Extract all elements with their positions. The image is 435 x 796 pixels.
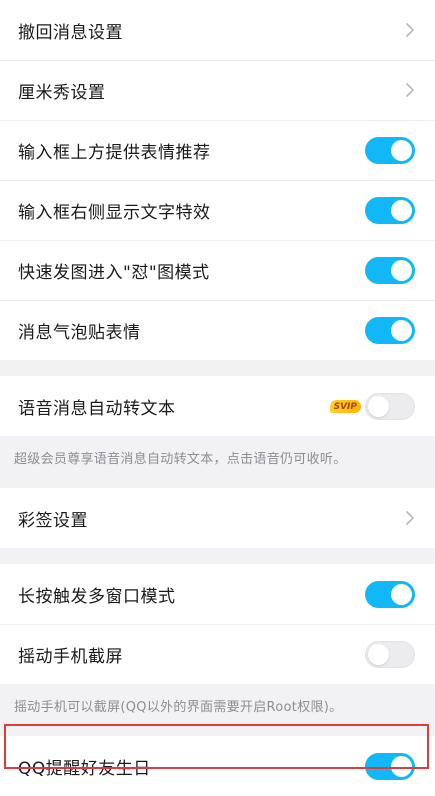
chevron-right-icon — [405, 82, 415, 98]
toggle-knob — [368, 395, 389, 417]
recall-message-settings-label: 撤回消息设置 — [18, 22, 123, 43]
toggle-knob — [391, 199, 412, 221]
toggle-knob — [391, 583, 412, 605]
toggle-knob — [391, 259, 412, 281]
toggle-knob — [368, 643, 389, 665]
emoji-recommend-row: 输入框上方提供表情推荐 — [0, 120, 435, 180]
shake-screenshot-toggle[interactable] — [365, 640, 415, 668]
shake-screenshot-row: 摇动手机截屏 — [0, 624, 435, 684]
quick-image-mode-label: 快速发图进入"怼"图模式 — [18, 262, 210, 283]
multi-window-toggle[interactable] — [365, 580, 415, 608]
toggle-knob — [391, 755, 412, 777]
text-effect-toggle[interactable] — [365, 196, 415, 224]
chevron-right-icon — [405, 510, 415, 526]
caiqian-settings-row[interactable]: 彩签设置 — [0, 488, 435, 548]
shake-screenshot-label: 摇动手机截屏 — [18, 646, 123, 667]
caiqian-settings-label: 彩签设置 — [18, 510, 88, 531]
voice-to-text-row: 语音消息自动转文本 SVIP — [0, 376, 435, 436]
shake-screenshot-note: 摇动手机可以截屏(QQ以外的界面需要开启Root权限)。 — [14, 700, 343, 715]
settings-group-voice: 语音消息自动转文本 SVIP — [0, 376, 435, 436]
bubble-sticker-label: 消息气泡贴表情 — [18, 322, 141, 343]
quick-image-mode-row: 快速发图进入"怼"图模式 — [0, 240, 435, 300]
voice-to-text-toggle[interactable] — [365, 392, 415, 420]
settings-group-caiqian: 彩签设置 — [0, 488, 435, 548]
text-effect-row: 输入框右侧显示文字特效 — [0, 180, 435, 240]
bubble-sticker-row: 消息气泡贴表情 — [0, 300, 435, 360]
quick-image-mode-toggle[interactable] — [365, 256, 415, 284]
svip-badge: SVIP — [329, 399, 361, 413]
settings-group-gesture: 长按触发多窗口模式 摇动手机截屏 — [0, 564, 435, 684]
settings-group-message: 撤回消息设置 厘米秀设置 输入框上方提供表情推荐 输入框右侧显示文字特效 快速发… — [0, 0, 435, 360]
settings-group-birthday: QQ提醒好友生日 — [0, 736, 435, 796]
emoji-recommend-label: 输入框上方提供表情推荐 — [18, 142, 211, 163]
text-effect-label: 输入框右侧显示文字特效 — [18, 202, 211, 223]
cmshow-settings-row[interactable]: 厘米秀设置 — [0, 60, 435, 120]
settings-page: 撤回消息设置 厘米秀设置 输入框上方提供表情推荐 输入框右侧显示文字特效 快速发… — [0, 0, 435, 796]
toggle-knob — [391, 319, 412, 341]
bubble-sticker-toggle[interactable] — [365, 316, 415, 344]
chevron-right-icon — [405, 22, 415, 38]
friend-birthday-toggle[interactable] — [365, 752, 415, 780]
friend-birthday-row: QQ提醒好友生日 — [0, 736, 435, 796]
cmshow-settings-label: 厘米秀设置 — [18, 82, 106, 103]
multi-window-row: 长按触发多窗口模式 — [0, 564, 435, 624]
voice-to-text-label: 语音消息自动转文本 — [18, 398, 176, 419]
toggle-knob — [391, 139, 412, 161]
friend-birthday-label: QQ提醒好友生日 — [18, 758, 151, 779]
emoji-recommend-toggle[interactable] — [365, 136, 415, 164]
multi-window-label: 长按触发多窗口模式 — [18, 586, 176, 607]
voice-to-text-note: 超级会员尊享语音消息自动转文本，点击语音仍可收听。 — [14, 452, 347, 467]
recall-message-settings-row[interactable]: 撤回消息设置 — [0, 0, 435, 60]
